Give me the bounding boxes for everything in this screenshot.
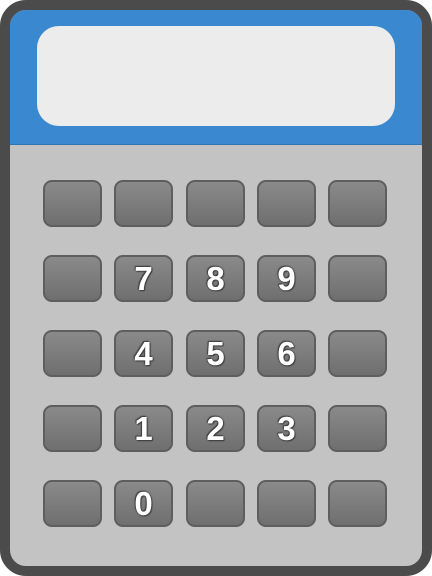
digit-8-key[interactable]: 8 — [186, 255, 245, 302]
digit-7-key[interactable]: 7 — [114, 255, 173, 302]
blank-key-r3c5[interactable] — [328, 330, 387, 377]
blank-key-r1c4[interactable] — [257, 180, 316, 227]
key-label: 5 — [206, 335, 225, 372]
blank-key-r1c2[interactable] — [114, 180, 173, 227]
blank-key-r2c1[interactable] — [43, 255, 102, 302]
key-label: 0 — [134, 485, 153, 522]
blank-key-r5c3[interactable] — [186, 480, 245, 527]
key-label: 4 — [134, 335, 153, 372]
key-label: 3 — [277, 410, 296, 447]
digit-2-key[interactable]: 2 — [186, 405, 245, 452]
digit-9-key[interactable]: 9 — [257, 255, 316, 302]
calculator-display — [37, 26, 395, 126]
blank-key-r4c5[interactable] — [328, 405, 387, 452]
key-label: 6 — [277, 335, 296, 372]
digit-0-key[interactable]: 0 — [114, 480, 173, 527]
digit-1-key[interactable]: 1 — [114, 405, 173, 452]
key-label: 9 — [277, 260, 296, 297]
blank-key-r1c5[interactable] — [328, 180, 387, 227]
digit-6-key[interactable]: 6 — [257, 330, 316, 377]
key-label: 1 — [134, 410, 153, 447]
calculator-body: 7 8 9 4 5 6 1 2 3 0 — [0, 0, 432, 576]
blank-key-r1c3[interactable] — [186, 180, 245, 227]
blank-key-r1c1[interactable] — [43, 180, 102, 227]
key-label: 8 — [206, 260, 225, 297]
top-panel — [10, 10, 422, 145]
key-label: 7 — [134, 260, 153, 297]
digit-5-key[interactable]: 5 — [186, 330, 245, 377]
blank-key-r5c5[interactable] — [328, 480, 387, 527]
blank-key-r5c4[interactable] — [257, 480, 316, 527]
blank-key-r5c1[interactable] — [43, 480, 102, 527]
blank-key-r4c1[interactable] — [43, 405, 102, 452]
key-label: 2 — [206, 410, 225, 447]
digit-3-key[interactable]: 3 — [257, 405, 316, 452]
blank-key-r2c5[interactable] — [328, 255, 387, 302]
blank-key-r3c1[interactable] — [43, 330, 102, 377]
digit-4-key[interactable]: 4 — [114, 330, 173, 377]
